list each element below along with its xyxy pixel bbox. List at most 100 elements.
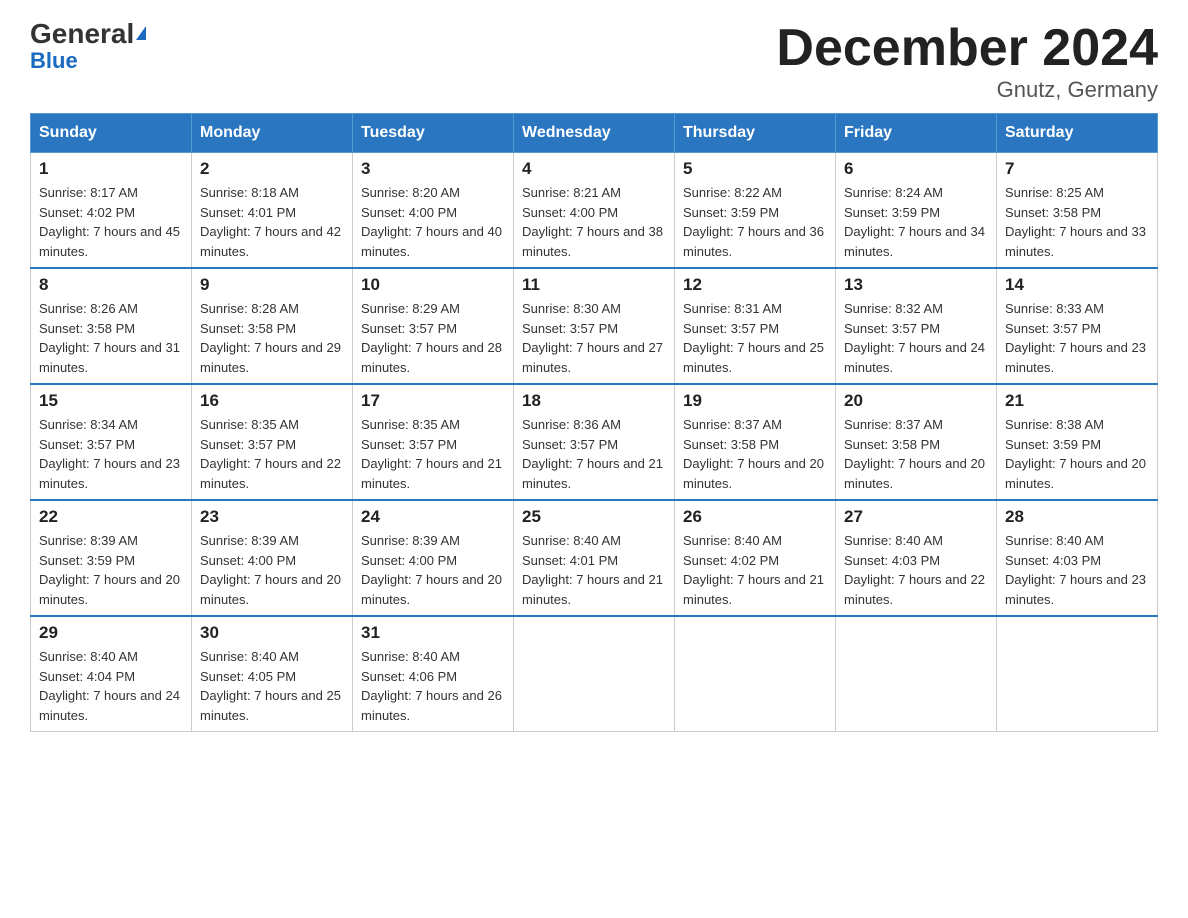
cell-info: Sunrise: 8:29 AMSunset: 3:57 PMDaylight:… xyxy=(361,299,505,377)
title-block: December 2024 Gnutz, Germany xyxy=(776,20,1158,103)
table-row: 30 Sunrise: 8:40 AMSunset: 4:05 PMDaylig… xyxy=(192,616,353,732)
calendar-table: Sunday Monday Tuesday Wednesday Thursday… xyxy=(30,113,1158,732)
cell-day-number: 1 xyxy=(39,159,183,179)
cell-info: Sunrise: 8:18 AMSunset: 4:01 PMDaylight:… xyxy=(200,183,344,261)
table-row: 3 Sunrise: 8:20 AMSunset: 4:00 PMDayligh… xyxy=(353,153,514,269)
table-row: 22 Sunrise: 8:39 AMSunset: 3:59 PMDaylig… xyxy=(31,500,192,616)
cell-day-number: 22 xyxy=(39,507,183,527)
table-row: 14 Sunrise: 8:33 AMSunset: 3:57 PMDaylig… xyxy=(997,268,1158,384)
cell-info: Sunrise: 8:35 AMSunset: 3:57 PMDaylight:… xyxy=(361,415,505,493)
cell-info: Sunrise: 8:40 AMSunset: 4:06 PMDaylight:… xyxy=(361,647,505,725)
table-row: 29 Sunrise: 8:40 AMSunset: 4:04 PMDaylig… xyxy=(31,616,192,732)
cell-info: Sunrise: 8:40 AMSunset: 4:03 PMDaylight:… xyxy=(844,531,988,609)
cell-day-number: 28 xyxy=(1005,507,1149,527)
cell-day-number: 7 xyxy=(1005,159,1149,179)
col-saturday: Saturday xyxy=(997,114,1158,153)
table-row: 20 Sunrise: 8:37 AMSunset: 3:58 PMDaylig… xyxy=(836,384,997,500)
table-row xyxy=(997,616,1158,732)
cell-info: Sunrise: 8:40 AMSunset: 4:01 PMDaylight:… xyxy=(522,531,666,609)
calendar-title: December 2024 xyxy=(776,20,1158,77)
cell-info: Sunrise: 8:40 AMSunset: 4:05 PMDaylight:… xyxy=(200,647,344,725)
cell-day-number: 9 xyxy=(200,275,344,295)
col-sunday: Sunday xyxy=(31,114,192,153)
table-row: 27 Sunrise: 8:40 AMSunset: 4:03 PMDaylig… xyxy=(836,500,997,616)
table-row: 19 Sunrise: 8:37 AMSunset: 3:58 PMDaylig… xyxy=(675,384,836,500)
cell-info: Sunrise: 8:28 AMSunset: 3:58 PMDaylight:… xyxy=(200,299,344,377)
cell-day-number: 16 xyxy=(200,391,344,411)
table-row: 9 Sunrise: 8:28 AMSunset: 3:58 PMDayligh… xyxy=(192,268,353,384)
cell-day-number: 21 xyxy=(1005,391,1149,411)
cell-info: Sunrise: 8:32 AMSunset: 3:57 PMDaylight:… xyxy=(844,299,988,377)
cell-info: Sunrise: 8:34 AMSunset: 3:57 PMDaylight:… xyxy=(39,415,183,493)
table-row: 7 Sunrise: 8:25 AMSunset: 3:58 PMDayligh… xyxy=(997,153,1158,269)
cell-day-number: 27 xyxy=(844,507,988,527)
cell-day-number: 11 xyxy=(522,275,666,295)
cell-info: Sunrise: 8:30 AMSunset: 3:57 PMDaylight:… xyxy=(522,299,666,377)
cell-info: Sunrise: 8:40 AMSunset: 4:04 PMDaylight:… xyxy=(39,647,183,725)
page-header: General Blue December 2024 Gnutz, German… xyxy=(30,20,1158,103)
cell-info: Sunrise: 8:37 AMSunset: 3:58 PMDaylight:… xyxy=(844,415,988,493)
cell-info: Sunrise: 8:24 AMSunset: 3:59 PMDaylight:… xyxy=(844,183,988,261)
col-thursday: Thursday xyxy=(675,114,836,153)
cell-day-number: 10 xyxy=(361,275,505,295)
cell-info: Sunrise: 8:36 AMSunset: 3:57 PMDaylight:… xyxy=(522,415,666,493)
cell-day-number: 29 xyxy=(39,623,183,643)
cell-info: Sunrise: 8:17 AMSunset: 4:02 PMDaylight:… xyxy=(39,183,183,261)
cell-info: Sunrise: 8:25 AMSunset: 3:58 PMDaylight:… xyxy=(1005,183,1149,261)
table-row: 17 Sunrise: 8:35 AMSunset: 3:57 PMDaylig… xyxy=(353,384,514,500)
cell-day-number: 4 xyxy=(522,159,666,179)
table-row xyxy=(675,616,836,732)
table-row: 13 Sunrise: 8:32 AMSunset: 3:57 PMDaylig… xyxy=(836,268,997,384)
table-row: 15 Sunrise: 8:34 AMSunset: 3:57 PMDaylig… xyxy=(31,384,192,500)
cell-day-number: 31 xyxy=(361,623,505,643)
cell-info: Sunrise: 8:38 AMSunset: 3:59 PMDaylight:… xyxy=(1005,415,1149,493)
cell-info: Sunrise: 8:39 AMSunset: 3:59 PMDaylight:… xyxy=(39,531,183,609)
cell-day-number: 17 xyxy=(361,391,505,411)
table-row: 21 Sunrise: 8:38 AMSunset: 3:59 PMDaylig… xyxy=(997,384,1158,500)
table-row: 4 Sunrise: 8:21 AMSunset: 4:00 PMDayligh… xyxy=(514,153,675,269)
cell-day-number: 2 xyxy=(200,159,344,179)
cell-day-number: 19 xyxy=(683,391,827,411)
cell-day-number: 18 xyxy=(522,391,666,411)
table-row: 16 Sunrise: 8:35 AMSunset: 3:57 PMDaylig… xyxy=(192,384,353,500)
logo: General Blue xyxy=(30,20,146,74)
cell-info: Sunrise: 8:31 AMSunset: 3:57 PMDaylight:… xyxy=(683,299,827,377)
cell-info: Sunrise: 8:39 AMSunset: 4:00 PMDaylight:… xyxy=(200,531,344,609)
cell-day-number: 15 xyxy=(39,391,183,411)
cell-info: Sunrise: 8:40 AMSunset: 4:02 PMDaylight:… xyxy=(683,531,827,609)
cell-info: Sunrise: 8:39 AMSunset: 4:00 PMDaylight:… xyxy=(361,531,505,609)
cell-info: Sunrise: 8:35 AMSunset: 3:57 PMDaylight:… xyxy=(200,415,344,493)
calendar-subtitle: Gnutz, Germany xyxy=(776,77,1158,103)
cell-day-number: 13 xyxy=(844,275,988,295)
logo-arrow-icon xyxy=(136,26,146,40)
logo-blue-text: Blue xyxy=(30,48,78,74)
col-friday: Friday xyxy=(836,114,997,153)
cell-day-number: 12 xyxy=(683,275,827,295)
cell-day-number: 6 xyxy=(844,159,988,179)
table-row: 25 Sunrise: 8:40 AMSunset: 4:01 PMDaylig… xyxy=(514,500,675,616)
cell-info: Sunrise: 8:21 AMSunset: 4:00 PMDaylight:… xyxy=(522,183,666,261)
cell-day-number: 8 xyxy=(39,275,183,295)
cell-info: Sunrise: 8:26 AMSunset: 3:58 PMDaylight:… xyxy=(39,299,183,377)
cell-day-number: 30 xyxy=(200,623,344,643)
table-row: 28 Sunrise: 8:40 AMSunset: 4:03 PMDaylig… xyxy=(997,500,1158,616)
table-row: 2 Sunrise: 8:18 AMSunset: 4:01 PMDayligh… xyxy=(192,153,353,269)
cell-info: Sunrise: 8:33 AMSunset: 3:57 PMDaylight:… xyxy=(1005,299,1149,377)
cell-day-number: 23 xyxy=(200,507,344,527)
table-row: 8 Sunrise: 8:26 AMSunset: 3:58 PMDayligh… xyxy=(31,268,192,384)
table-row xyxy=(836,616,997,732)
cell-day-number: 26 xyxy=(683,507,827,527)
table-row: 24 Sunrise: 8:39 AMSunset: 4:00 PMDaylig… xyxy=(353,500,514,616)
cell-info: Sunrise: 8:37 AMSunset: 3:58 PMDaylight:… xyxy=(683,415,827,493)
table-row: 5 Sunrise: 8:22 AMSunset: 3:59 PMDayligh… xyxy=(675,153,836,269)
table-row: 10 Sunrise: 8:29 AMSunset: 3:57 PMDaylig… xyxy=(353,268,514,384)
table-row xyxy=(514,616,675,732)
calendar-header-row: Sunday Monday Tuesday Wednesday Thursday… xyxy=(31,114,1158,153)
cell-info: Sunrise: 8:20 AMSunset: 4:00 PMDaylight:… xyxy=(361,183,505,261)
cell-day-number: 25 xyxy=(522,507,666,527)
cell-day-number: 3 xyxy=(361,159,505,179)
table-row: 12 Sunrise: 8:31 AMSunset: 3:57 PMDaylig… xyxy=(675,268,836,384)
logo-general: General xyxy=(30,20,134,48)
table-row: 11 Sunrise: 8:30 AMSunset: 3:57 PMDaylig… xyxy=(514,268,675,384)
table-row: 26 Sunrise: 8:40 AMSunset: 4:02 PMDaylig… xyxy=(675,500,836,616)
